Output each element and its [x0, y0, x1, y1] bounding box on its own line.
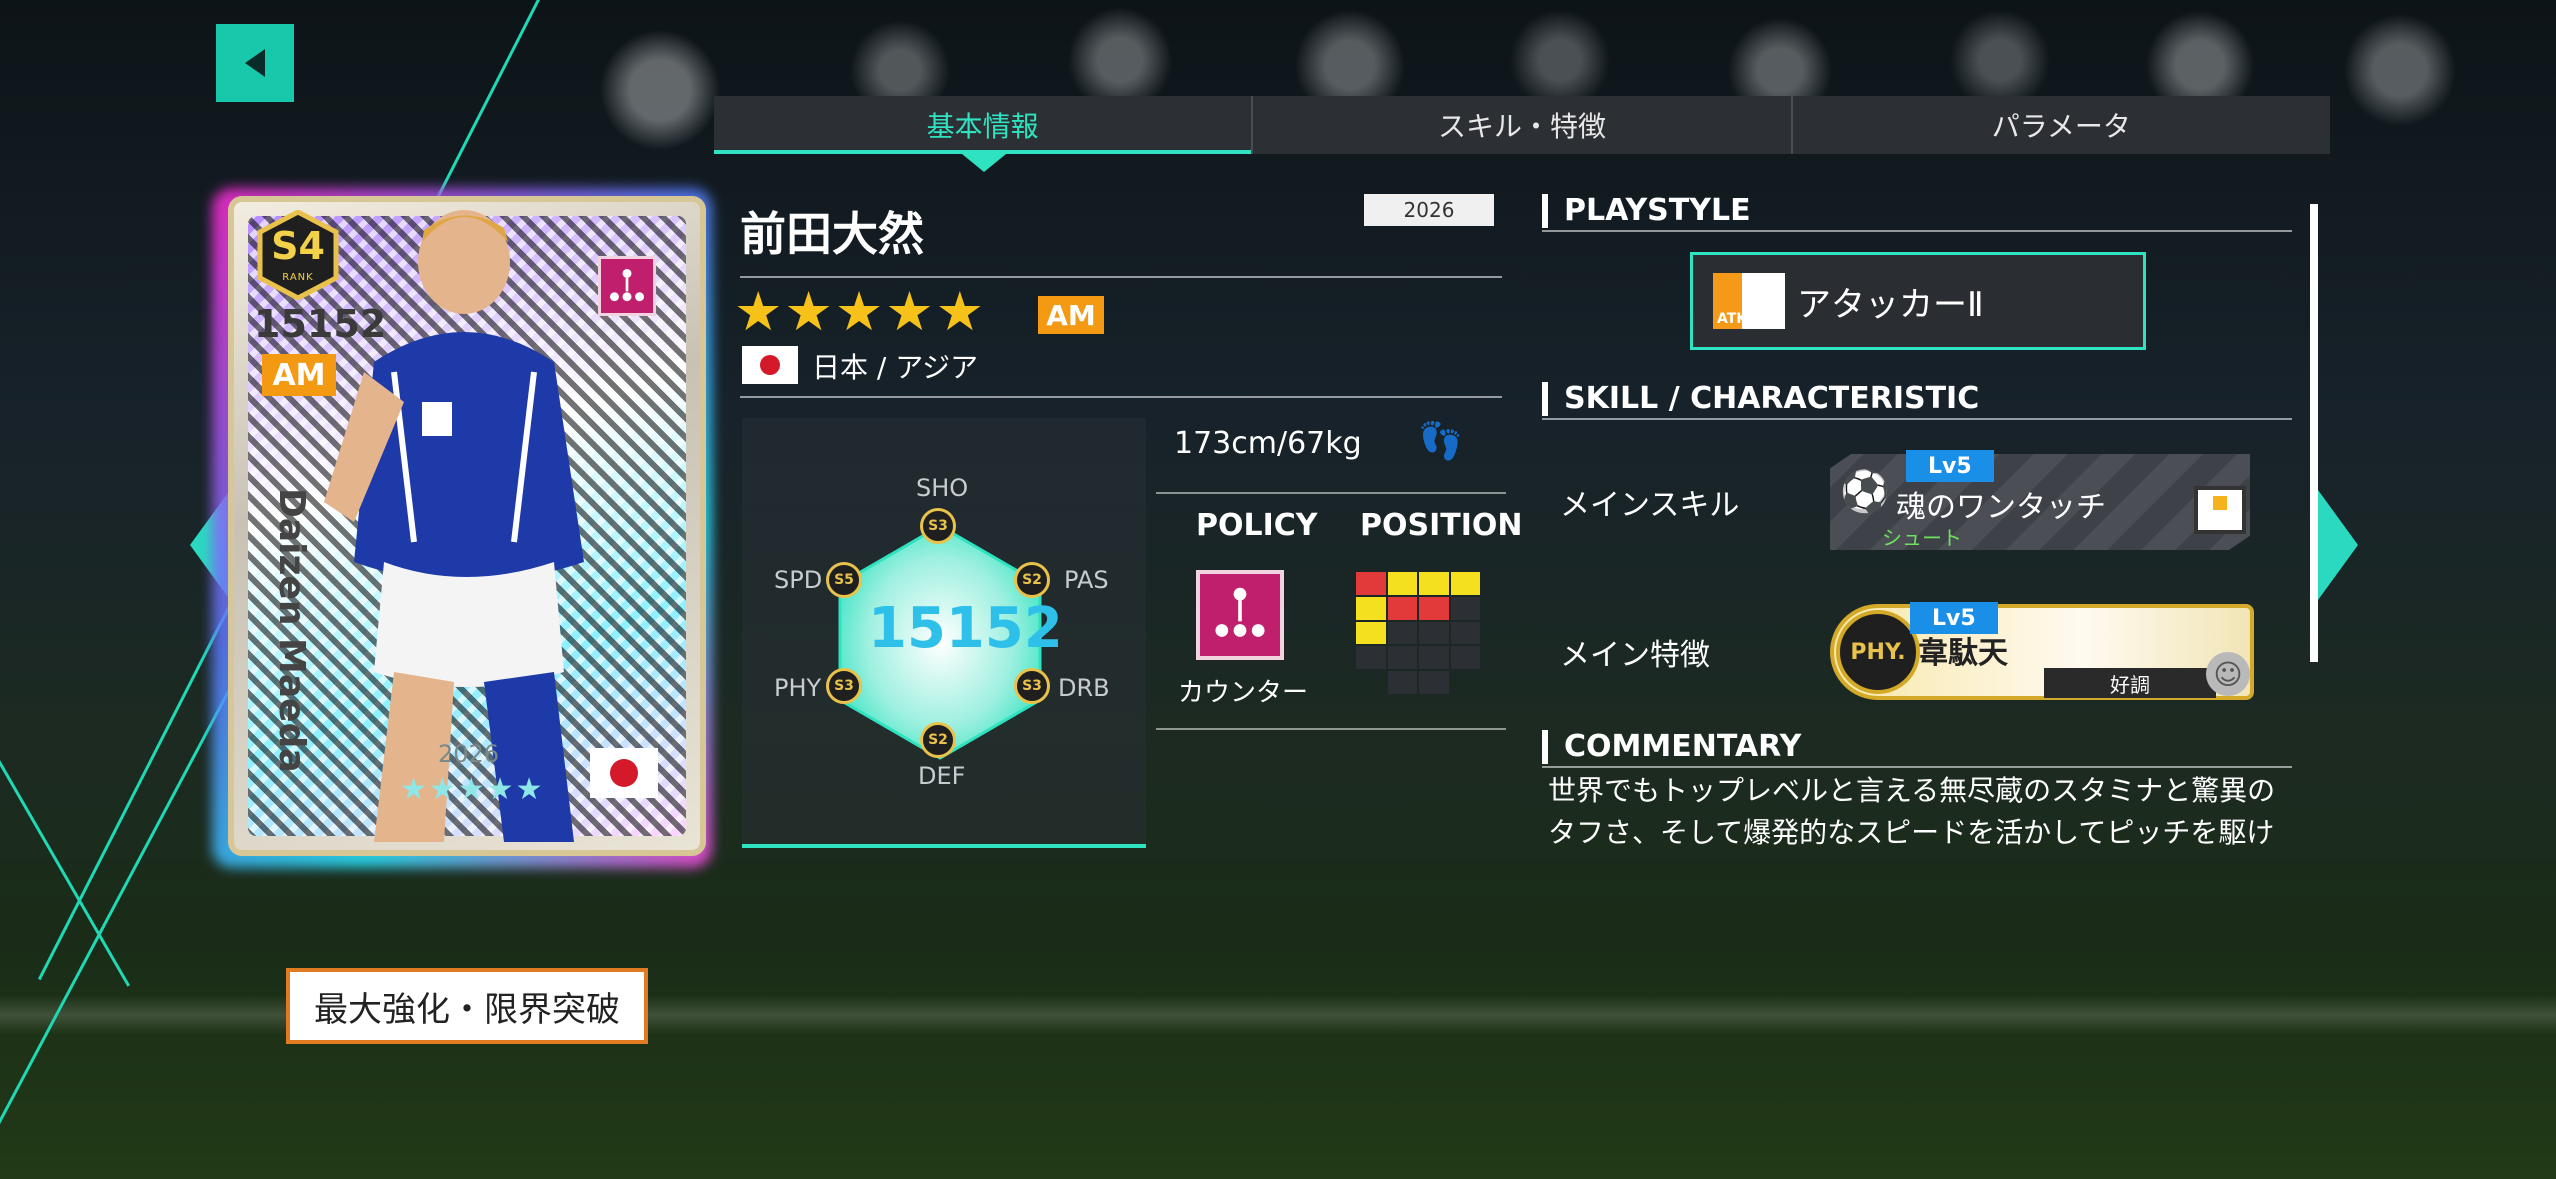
- rank-drb: S3: [1014, 668, 1050, 704]
- next-player-arrow[interactable]: [2318, 490, 2358, 600]
- player-stars: ★★★★★: [734, 280, 987, 343]
- divider: [1156, 492, 1506, 494]
- decorative-line: [0, 760, 131, 987]
- player-name: 前田大然: [740, 207, 924, 261]
- playstyle-header: PLAYSTYLE: [1542, 194, 1751, 228]
- tab-parameters[interactable]: パラメータ: [1793, 96, 2330, 154]
- divider: [1542, 418, 2292, 420]
- position-label: POSITION: [1360, 508, 1523, 543]
- smile-face-icon: ☺: [2206, 652, 2250, 696]
- card-rating: 15152: [254, 302, 387, 346]
- condition-tag: 好調: [2044, 668, 2216, 698]
- tab-bar: 基本情報 スキル・特徴 パラメータ: [714, 96, 2330, 154]
- main-skill-label: メインスキル: [1560, 488, 1740, 523]
- card-player-name: Daizen Maeda: [271, 488, 312, 773]
- goal-icon: [2194, 486, 2246, 534]
- divider: [1156, 728, 1506, 730]
- japan-flag-icon: [742, 346, 798, 384]
- active-tab-pointer: [962, 154, 1006, 172]
- hex-total-rating: 15152: [868, 596, 1063, 661]
- counter-policy-icon[interactable]: [1196, 570, 1284, 660]
- tab-skills-traits[interactable]: スキル・特徴: [1253, 96, 1793, 154]
- scrollbar[interactable]: [2310, 204, 2318, 662]
- nationality: 日本 / アジア: [812, 351, 979, 384]
- card-stars: ★★★★★: [400, 772, 545, 807]
- skill-level-tag: Lv5: [1906, 450, 1994, 482]
- rank-spd: S5: [826, 562, 862, 598]
- commentary-header: COMMENTARY: [1542, 730, 1801, 764]
- skill-characteristic-header: SKILL / CHARACTERISTIC: [1542, 382, 1979, 416]
- card-position-badge: AM: [262, 354, 336, 396]
- back-button[interactable]: [216, 24, 294, 102]
- rank-phy: S3: [826, 668, 862, 704]
- rank-def: S2: [920, 722, 956, 758]
- divider: [740, 396, 1502, 398]
- skill-level: Lv5: [1906, 450, 1994, 482]
- rank-pas: S2: [1014, 562, 1050, 598]
- rank-sho: S3: [920, 508, 956, 544]
- policy-name: カウンター: [1178, 678, 1309, 708]
- stat-label-spd: SPD: [774, 566, 823, 594]
- main-trait-label: メイン特徴: [1560, 638, 1710, 673]
- phy-badge: PHY.: [1836, 610, 1920, 694]
- stat-label-sho: SHO: [916, 474, 969, 502]
- policy-label: POLICY: [1196, 508, 1318, 543]
- footprint-icon: 👣: [1418, 421, 1463, 462]
- playstyle-name: アタッカーⅡ: [1797, 284, 1984, 325]
- tab-basic-info[interactable]: 基本情報: [714, 96, 1254, 154]
- year-badge: 2026: [1364, 194, 1494, 226]
- stat-label-phy: PHY: [774, 674, 822, 702]
- main-trait-name: 韋駄天: [1918, 636, 2008, 671]
- atk-icon-label: ATK: [1717, 311, 1748, 327]
- card-rank: S4: [271, 224, 325, 268]
- stat-panel-underline: [742, 844, 1146, 848]
- divider: [1542, 766, 2292, 768]
- stat-label-drb: DRB: [1058, 674, 1110, 702]
- playstyle-card[interactable]: ATK アタッカーⅡ: [1690, 252, 2146, 350]
- card-rank-sub: RANK: [282, 272, 314, 283]
- card-policy-icon: [598, 256, 656, 316]
- attacker-icon: ATK: [1713, 273, 1785, 329]
- height-weight: 173cm/67kg: [1174, 426, 1362, 461]
- max-upgrade-limit-break-button[interactable]: 最大強化・限界突破: [286, 968, 648, 1044]
- back-arrow-icon: [245, 49, 265, 77]
- divider: [740, 276, 1502, 278]
- position-map: [1356, 572, 1480, 694]
- stat-label-def: DEF: [918, 762, 966, 790]
- main-skill-type: シュート: [1882, 526, 1962, 550]
- shoot-icon: ⚽: [1840, 469, 1890, 515]
- position-badge: AM: [1038, 296, 1104, 334]
- stat-label-pas: PAS: [1064, 566, 1109, 594]
- japan-flag-icon: [590, 748, 658, 798]
- divider: [1542, 230, 2292, 232]
- card-year: 2026: [438, 740, 500, 768]
- main-skill-name: 魂のワンタッチ: [1896, 490, 2106, 525]
- commentary-text: 世界でもトップレベルと言える無尽蔵のスタミナと驚異のタフさ、そして爆発的なスピー…: [1548, 774, 2276, 849]
